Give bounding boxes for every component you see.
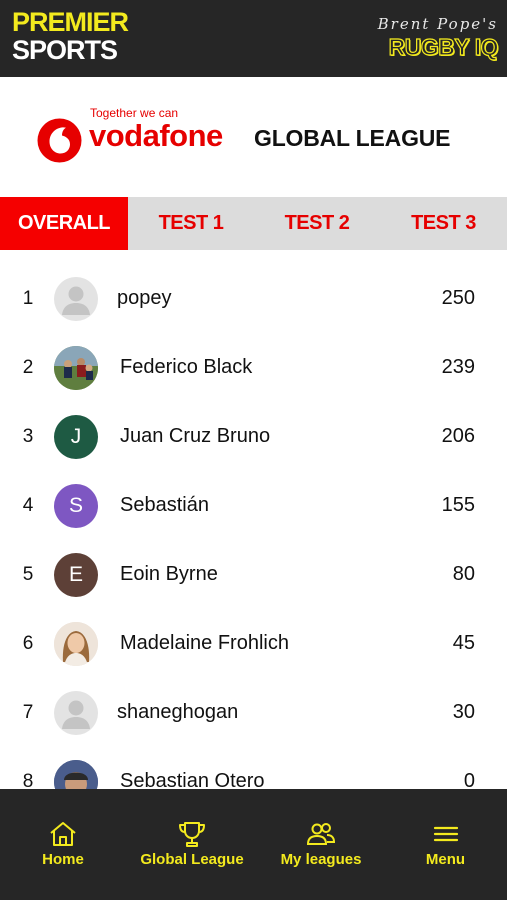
- tab-test-3[interactable]: TEST 3: [380, 197, 507, 250]
- menu-icon: [433, 826, 458, 842]
- default-user-icon: [54, 277, 98, 321]
- leaderboard-row[interactable]: 3 J Juan Cruz Bruno 206: [0, 402, 507, 471]
- app-header: PREMIER SPORTS Brent Pope's RUGBY IQ: [0, 0, 507, 77]
- rank-number: 4: [22, 494, 34, 516]
- portrait-photo-avatar: [54, 622, 98, 666]
- nav-global-league[interactable]: Global League: [126, 789, 258, 900]
- tab-test-1[interactable]: TEST 1: [128, 197, 254, 250]
- home-icon: [50, 822, 76, 846]
- player-name: Sebastián: [120, 494, 209, 516]
- sponsor-banner: Together we can vodafone GLOBAL LEAGUE: [0, 77, 507, 197]
- player-score: 239: [441, 356, 475, 378]
- trophy-icon: [179, 822, 205, 847]
- rank-number: 8: [22, 770, 34, 791]
- initial-avatar: J: [54, 415, 98, 459]
- logo-line-sports: SPORTS: [12, 35, 118, 65]
- premier-sports-logo[interactable]: PREMIER SPORTS: [12, 7, 129, 65]
- leaderboard-row[interactable]: 1 popey 250: [0, 264, 507, 333]
- leaderboard-row[interactable]: 2 Federico Black 239: [0, 333, 507, 402]
- rank-number: 1: [22, 287, 34, 309]
- leaderboard-row[interactable]: 4 S Sebastián 155: [0, 471, 507, 540]
- logo-line-premier: PREMIER: [12, 7, 129, 37]
- rugby-iq-signature: Brent Pope's: [377, 15, 498, 33]
- rank-number: 2: [22, 356, 34, 378]
- player-score: 45: [452, 632, 475, 654]
- player-score: 30: [452, 701, 475, 723]
- leaderboard-row[interactable]: 8 Sebastian Otero 0: [0, 747, 507, 790]
- photo-avatar: [54, 760, 98, 790]
- player-score: 80: [452, 563, 475, 585]
- rank-number: 3: [22, 425, 34, 447]
- vodafone-speechmark-icon: [37, 118, 82, 163]
- initial-avatar: S: [54, 484, 98, 528]
- player-score: 250: [441, 287, 475, 309]
- tab-test-2[interactable]: TEST 2: [254, 197, 380, 250]
- default-user-icon: [54, 691, 98, 735]
- nav-menu[interactable]: Menu: [384, 789, 507, 900]
- leaderboard-tabs: OVERALL TEST 1 TEST 2 TEST 3: [0, 197, 507, 250]
- sponsor-wordmark: vodafone: [89, 118, 223, 153]
- rugby-iq-logo[interactable]: Brent Pope's RUGBY IQ: [377, 15, 499, 61]
- nav-my-leagues-label: My leagues: [280, 851, 362, 868]
- nav-home[interactable]: Home: [0, 789, 126, 900]
- leaderboard-row[interactable]: 5 E Eoin Byrne 80: [0, 540, 507, 609]
- player-score: 0: [463, 770, 475, 790]
- rank-number: 5: [22, 563, 34, 585]
- nav-menu-label: Menu: [425, 851, 466, 868]
- leaderboard-row[interactable]: 7 shaneghogan 30: [0, 678, 507, 747]
- page-title: GLOBAL LEAGUE: [254, 125, 451, 151]
- leaderboard-list[interactable]: 1 popey 250 2 Federico Black 239 3 J Jua…: [0, 250, 507, 790]
- rank-number: 6: [22, 632, 34, 654]
- rank-number: 7: [22, 701, 34, 723]
- users-icon: [306, 823, 336, 845]
- player-name: Federico Black: [120, 356, 253, 378]
- tab-overall[interactable]: OVERALL: [0, 197, 128, 250]
- nav-my-leagues[interactable]: My leagues: [258, 789, 384, 900]
- nav-home-label: Home: [42, 851, 84, 868]
- player-score: 206: [441, 425, 475, 447]
- player-name: Eoin Byrne: [120, 563, 218, 585]
- bottom-navigation: Home Global League My leagues Menu: [0, 789, 507, 900]
- player-name: shaneghogan: [117, 701, 239, 723]
- initial-avatar: E: [54, 553, 98, 597]
- player-name: Juan Cruz Bruno: [120, 425, 271, 447]
- player-name: Madelaine Frohlich: [120, 632, 289, 654]
- player-name: popey: [117, 287, 172, 309]
- player-score: 155: [441, 494, 475, 516]
- rugby-iq-title: RUGBY IQ: [388, 33, 499, 60]
- leaderboard-row[interactable]: 6 Madelaine Frohlich 45: [0, 609, 507, 678]
- player-name: Sebastian Otero: [120, 770, 265, 790]
- rugby-photo-avatar: [54, 346, 98, 390]
- nav-global-league-label: Global League: [140, 851, 244, 868]
